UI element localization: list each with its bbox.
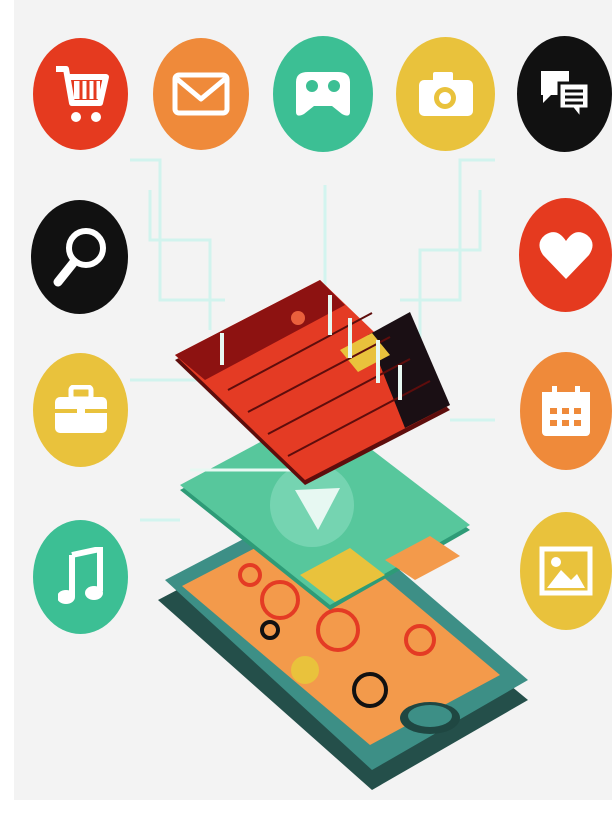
top-red-layer (175, 280, 450, 485)
magnifier-icon (31, 200, 128, 314)
chat-bubbles-icon (517, 36, 612, 152)
left-frame-border (0, 0, 14, 824)
shopping-cart-icon (33, 38, 128, 150)
music-note-icon (33, 520, 128, 634)
briefcase-icon (33, 353, 128, 467)
bottom-frame-border (0, 800, 612, 824)
gamepad-icon (273, 36, 373, 152)
picture-icon (520, 512, 612, 630)
camera-icon (396, 37, 495, 151)
heart-icon (519, 198, 612, 312)
calendar-icon (520, 352, 612, 470)
envelope-icon (153, 38, 249, 150)
illustration-stage (0, 0, 612, 824)
